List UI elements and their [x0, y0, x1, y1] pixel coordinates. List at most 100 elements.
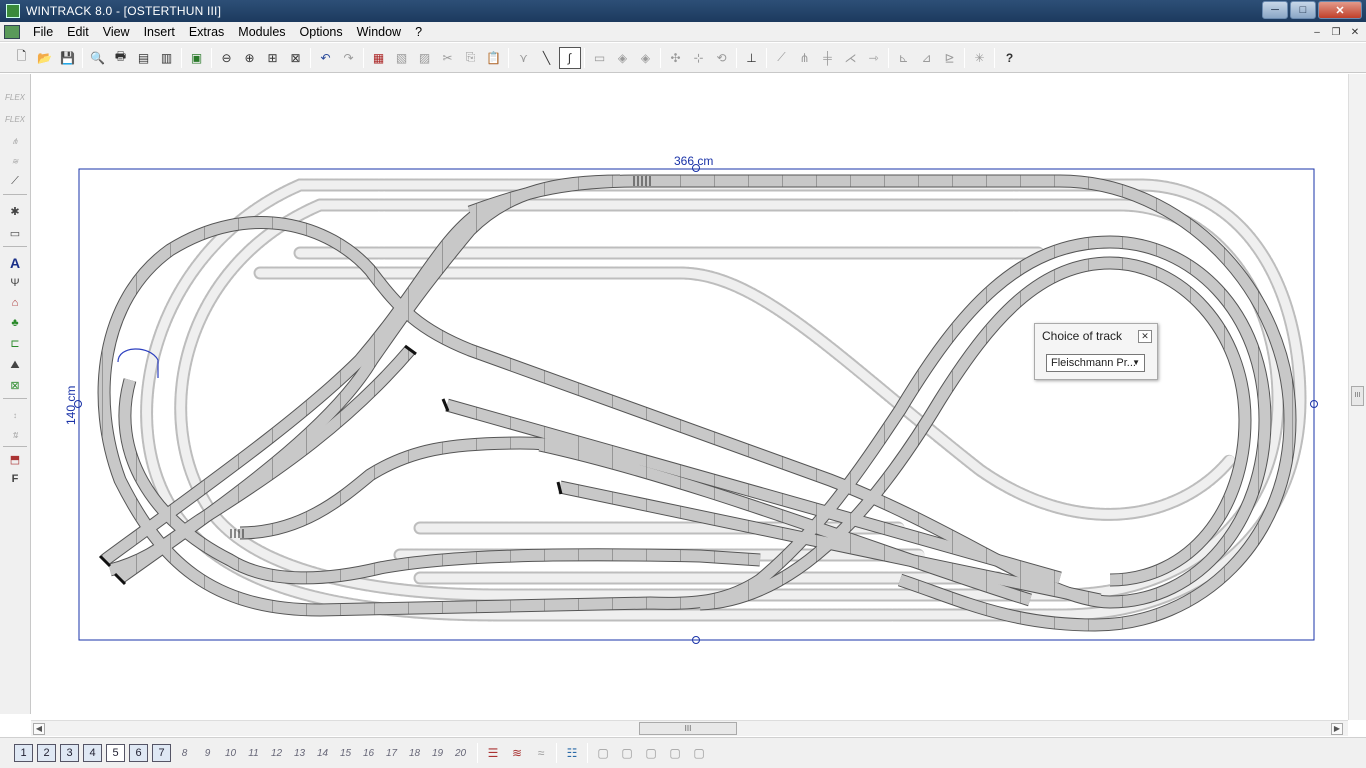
layers-manage-icon[interactable]: ☷ — [562, 744, 582, 762]
building-tool-icon[interactable]: ⌂ — [5, 294, 25, 312]
cross-icon[interactable]: ⋌ — [840, 47, 862, 69]
turnout-tool-icon[interactable]: ⋔ — [5, 132, 25, 150]
layer-button-8[interactable]: 8 — [175, 744, 194, 762]
layer-button-5[interactable]: 5 — [106, 744, 125, 762]
flex-track-icon[interactable]: ∫ — [558, 46, 581, 69]
cut-icon[interactable]: ✂ — [437, 47, 459, 69]
duplicate-icon[interactable]: ◈ — [635, 47, 657, 69]
document-icon[interactable] — [4, 24, 20, 39]
track-plan[interactable]: 366 cm 140 cm — [31, 74, 1348, 720]
choice-panel-close-button[interactable]: ✕ — [1138, 330, 1152, 343]
parts-list-icon[interactable]: ▦ — [368, 47, 390, 69]
snap-icon[interactable]: ✳ — [969, 47, 991, 69]
layer-button-3[interactable]: 3 — [60, 744, 79, 762]
maximize-button[interactable]: □ — [1290, 1, 1316, 19]
layer-button-2[interactable]: 2 — [37, 744, 56, 762]
vertical-scrollbar[interactable]: III — [1348, 74, 1366, 720]
menu-modules[interactable]: Modules — [231, 22, 292, 42]
menu-view[interactable]: View — [96, 22, 137, 42]
scroll-right-arrow[interactable]: ▶ — [1331, 723, 1343, 735]
light-tool-icon[interactable]: ✱ — [5, 202, 25, 220]
chart-tool-icon[interactable]: ⊠ — [5, 376, 25, 394]
height-tool-icon[interactable]: ↕ — [5, 406, 25, 424]
mdi-close-button[interactable]: ✕ — [1346, 24, 1364, 40]
sign-tool-icon[interactable]: ⟋ — [5, 172, 25, 190]
menu-options[interactable]: Options — [293, 22, 350, 42]
view-4-icon[interactable]: ▢ — [665, 744, 685, 762]
layer-button-17[interactable]: 17 — [382, 744, 401, 762]
paste-icon[interactable]: 📋 — [483, 47, 505, 69]
mdi-restore-button[interactable]: ❐ — [1327, 24, 1345, 40]
layers-show-icon[interactable]: ≈ — [531, 744, 551, 762]
layer-button-9[interactable]: 9 — [198, 744, 217, 762]
road-tool-icon[interactable]: ⊏ — [5, 334, 25, 352]
layer-button-1[interactable]: 1 — [14, 744, 33, 762]
copy-icon[interactable]: ⎘ — [460, 47, 482, 69]
track-manufacturer-select[interactable]: Fleischmann Pr... ▼ — [1046, 354, 1145, 372]
menu-insert[interactable]: Insert — [137, 22, 182, 42]
elevation-icon[interactable]: ⊿ — [916, 47, 938, 69]
print-preview-icon[interactable]: 🔍 — [87, 47, 109, 69]
landscape-tool-icon[interactable]: ≋ — [5, 152, 25, 170]
layers-stack-icon[interactable]: ☰ — [483, 744, 503, 762]
layer-button-6[interactable]: 6 — [129, 744, 148, 762]
extend-icon[interactable]: ⇾ — [863, 47, 885, 69]
menu-file[interactable]: File — [26, 22, 60, 42]
horizontal-scrollbar[interactable]: ◀ III ▶ — [31, 720, 1348, 736]
layer-button-16[interactable]: 16 — [359, 744, 378, 762]
zoom-all-icon[interactable]: ⊠ — [285, 47, 307, 69]
undo-icon[interactable]: ↶ — [315, 47, 337, 69]
signal-tool-icon[interactable]: Ψ — [5, 274, 25, 292]
layer-button-13[interactable]: 13 — [290, 744, 309, 762]
view-1-icon[interactable]: ▢ — [593, 744, 613, 762]
layer-button-20[interactable]: 20 — [451, 744, 470, 762]
zoom-in-icon[interactable]: ⊕ — [239, 47, 261, 69]
terrain-tool-icon[interactable]: ⛰ — [5, 356, 25, 374]
layer-button-10[interactable]: 10 — [221, 744, 240, 762]
layer-button-12[interactable]: 12 — [267, 744, 286, 762]
layer-button-15[interactable]: 15 — [336, 744, 355, 762]
mdi-minimize-button[interactable]: – — [1308, 24, 1326, 40]
view-5-icon[interactable]: ▢ — [689, 744, 709, 762]
group-icon[interactable]: ▭ — [589, 47, 611, 69]
zoom-out-icon[interactable]: ⊖ — [216, 47, 238, 69]
turnout-icon[interactable]: ⟋ — [771, 47, 793, 69]
layout-canvas[interactable]: 366 cm 140 cm — [31, 74, 1348, 720]
paste-doc-icon[interactable]: ▨ — [414, 47, 436, 69]
open-icon[interactable]: 📂 — [34, 47, 56, 69]
rotate-icon[interactable]: ✣ — [665, 47, 687, 69]
gradient-icon[interactable]: ⊵ — [939, 47, 961, 69]
flex-curve-tool-icon[interactable]: FLEX — [5, 110, 25, 128]
print-icon[interactable]: 🖶 — [110, 47, 132, 69]
new-icon[interactable]: 🗋 — [11, 47, 33, 69]
align-icon[interactable]: ⊹ — [688, 47, 710, 69]
tree-tool-icon[interactable]: ♣ — [5, 314, 25, 332]
menu-help[interactable]: ? — [408, 22, 429, 42]
view-3-icon[interactable]: ▢ — [641, 744, 661, 762]
layers-hide-icon[interactable]: ≋ — [507, 744, 527, 762]
redo-icon[interactable]: ↷ — [338, 47, 360, 69]
menu-edit[interactable]: Edit — [60, 22, 96, 42]
scroll-left-arrow[interactable]: ◀ — [33, 723, 45, 735]
move-icon[interactable]: ◈ — [612, 47, 634, 69]
menu-extras[interactable]: Extras — [182, 22, 231, 42]
measure-icon[interactable]: ⊾ — [893, 47, 915, 69]
printer-setup-icon[interactable]: ▤ — [133, 47, 155, 69]
layer-button-14[interactable]: 14 — [313, 744, 332, 762]
track-connect-icon[interactable]: ⋎ — [513, 47, 535, 69]
zoom-window-icon[interactable]: ⊞ — [262, 47, 284, 69]
track-curve-icon[interactable]: ╲ — [536, 47, 558, 69]
copy-doc-icon[interactable]: ▧ — [391, 47, 413, 69]
menu-window[interactable]: Window — [350, 22, 408, 42]
minimize-button[interactable]: ─ — [1262, 1, 1288, 19]
flex-track-tool-icon[interactable]: FLEX — [5, 88, 25, 106]
turnout-branch-icon[interactable]: ⋔ — [794, 47, 816, 69]
layer-button-19[interactable]: 19 — [428, 744, 447, 762]
layer-button-7[interactable]: 7 — [152, 744, 171, 762]
layer-button-4[interactable]: 4 — [83, 744, 102, 762]
rotate-180-icon[interactable]: ⟲ — [711, 47, 733, 69]
font-tool-icon[interactable]: F — [5, 470, 25, 488]
vertical-scroll-thumb[interactable]: III — [1351, 386, 1364, 406]
layer-button-18[interactable]: 18 — [405, 744, 424, 762]
text-tool-icon[interactable]: A — [5, 254, 25, 272]
